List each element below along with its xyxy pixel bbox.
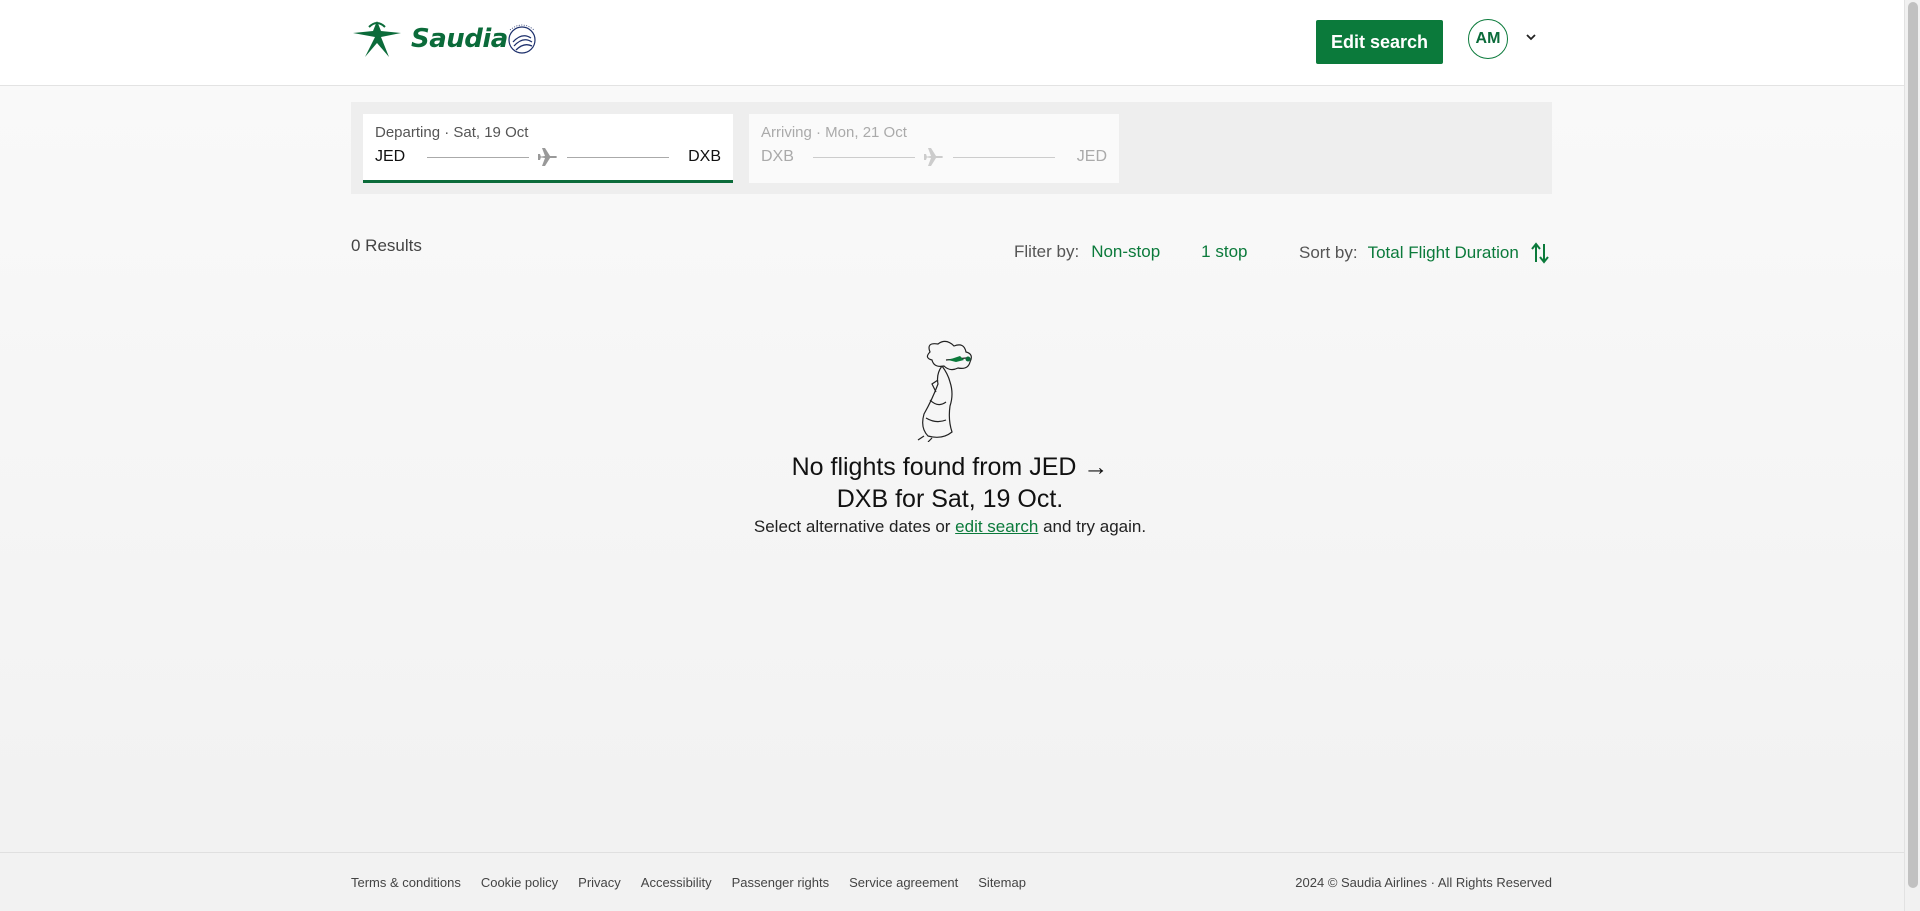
origin-code: JED <box>375 148 406 165</box>
empty-title-line2: DXB for Sat, 19 Oct. <box>836 485 1064 513</box>
brand-name: Saudia <box>411 24 508 54</box>
sort-bar: Sort by: Total Flight Duration <box>1299 242 1549 264</box>
saudia-logo[interactable]: Saudia <box>351 19 508 59</box>
plane-icon <box>538 148 557 166</box>
route-line <box>427 147 669 167</box>
footer-link-service-agreement[interactable]: Service agreement <box>849 875 958 890</box>
origin-code: DXB <box>761 148 794 165</box>
footer: Terms & conditions Cookie policy Privacy… <box>0 852 1904 911</box>
footer-link-accessibility[interactable]: Accessibility <box>641 875 712 890</box>
footer-link-passenger-rights[interactable]: Passenger rights <box>732 875 830 890</box>
traveler-illustration <box>917 340 972 442</box>
sort-arrows-icon[interactable] <box>1531 242 1549 264</box>
skyteam-icon <box>508 24 536 54</box>
tab-arriving[interactable]: Arriving · Mon, 21 Oct DXB JED <box>749 114 1119 183</box>
empty-state-title: No flights found from JED → DXB for Sat,… <box>760 451 1140 515</box>
empty-sub-after: and try again. <box>1038 517 1147 536</box>
filter-1-stop[interactable]: 1 stop <box>1201 242 1247 262</box>
empty-state-subtitle: Select alternative dates or edit search … <box>700 517 1200 537</box>
sort-label: Sort by: <box>1299 243 1358 262</box>
plane-icon <box>924 148 943 166</box>
route-line <box>813 147 1055 167</box>
filter-non-stop[interactable]: Non-stop <box>1091 242 1160 262</box>
empty-title-line1: No flights found from JED → <box>791 453 1109 481</box>
edit-search-button[interactable]: Edit search <box>1316 20 1443 64</box>
filter-label: Fliter by: <box>1014 242 1080 261</box>
copyright: 2024 © Saudia Airlines · All Rights Rese… <box>1295 875 1552 890</box>
footer-link-privacy[interactable]: Privacy <box>578 875 621 890</box>
results-count: 0 Results <box>351 236 422 255</box>
saudia-logo-icon <box>353 21 401 57</box>
departing-route: JED DXB <box>375 147 721 167</box>
trip-selector: Departing · Sat, 19 Oct JED DXB Arriving… <box>351 102 1552 194</box>
edit-search-link[interactable]: edit search <box>955 517 1038 536</box>
vertical-scrollbar[interactable] <box>1904 0 1920 911</box>
departing-meta: Departing · Sat, 19 Oct <box>375 124 529 141</box>
scrollbar-thumb[interactable] <box>1908 2 1918 888</box>
empty-sub-before: Select alternative dates or <box>753 517 956 536</box>
avatar[interactable]: AM <box>1468 19 1508 59</box>
filter-bar: Fliter by: Non-stop 1 stop <box>1014 242 1288 262</box>
sort-value[interactable]: Total Flight Duration <box>1368 243 1519 263</box>
footer-link-sitemap[interactable]: Sitemap <box>978 875 1026 890</box>
chevron-down-icon[interactable] <box>1524 30 1538 44</box>
page: Saudia Edit search AM Departing · Sat, 1… <box>0 0 1904 911</box>
footer-links: Terms & conditions Cookie policy Privacy… <box>351 875 1026 890</box>
header: Saudia Edit search AM <box>0 0 1904 86</box>
destination-code: DXB <box>688 148 721 165</box>
footer-link-cookie-policy[interactable]: Cookie policy <box>481 875 558 890</box>
destination-code: JED <box>1076 148 1107 165</box>
arriving-route: DXB JED <box>761 147 1107 167</box>
tab-departing[interactable]: Departing · Sat, 19 Oct JED DXB <box>363 114 733 183</box>
footer-link-terms[interactable]: Terms & conditions <box>351 875 461 890</box>
arriving-meta: Arriving · Mon, 21 Oct <box>761 124 907 141</box>
